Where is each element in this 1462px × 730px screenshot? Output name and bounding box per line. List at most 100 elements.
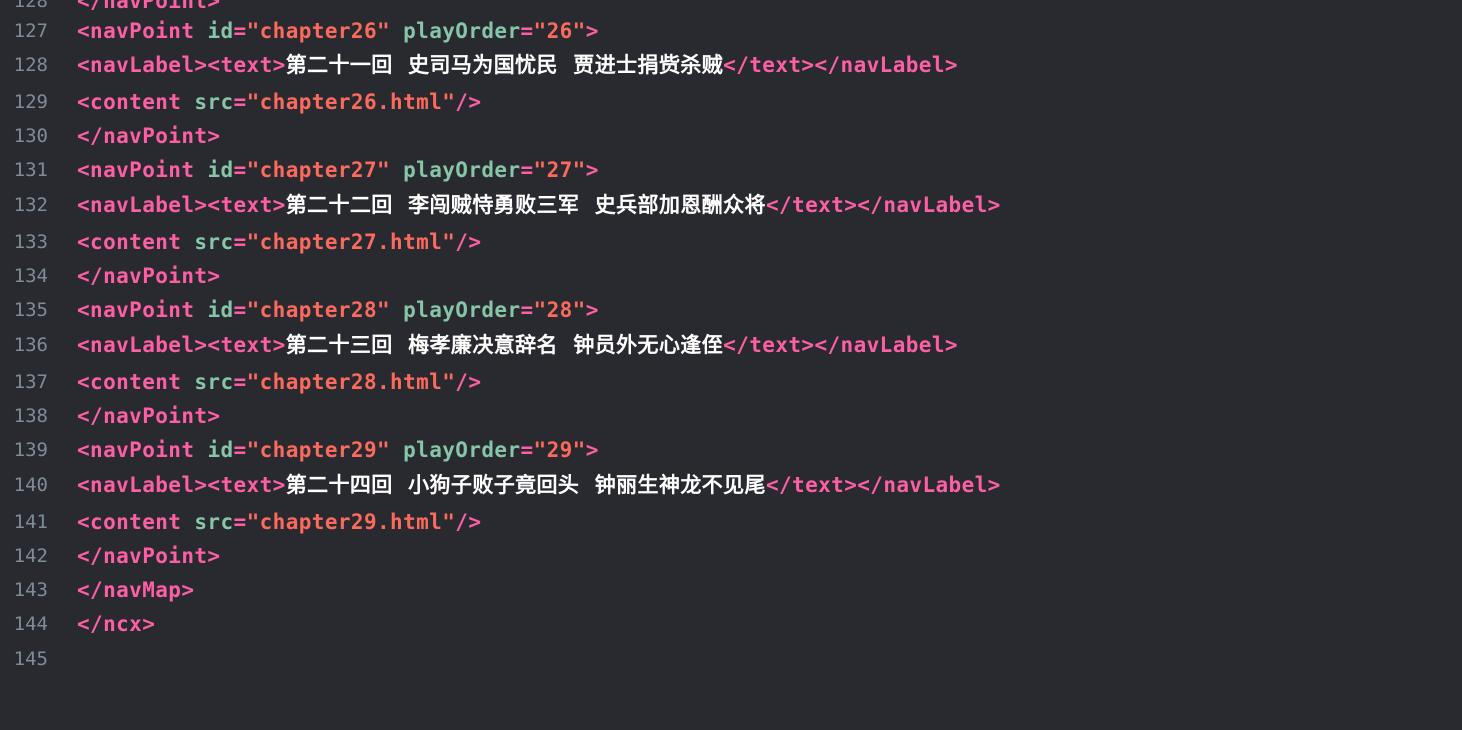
code-line[interactable]: 142 </navPoint>	[0, 539, 1462, 573]
code-line[interactable]: 135 <navPoint id="chapter28" playOrder="2…	[0, 293, 1462, 327]
code-text: <navPoint id="chapter26" playOrder="26">	[77, 14, 599, 48]
text-content-token: 第二十二回 李闯贼恃勇败三军 史兵部加恩酬众将	[285, 193, 766, 217]
text-content-token: 第二十四回 小狗子败子竟回头 钟丽生神龙不见尾	[285, 473, 766, 497]
code-line[interactable]: 141 <content src="chapter29.html"/>	[0, 505, 1462, 539]
tag-token: <navPoint	[77, 158, 208, 182]
code-text: <navLabel><text>第二十一回 史司马为国忧民 贾进士捐赀杀贼</t…	[77, 48, 958, 82]
tag-token: />	[455, 510, 482, 534]
line-number: 138	[13, 405, 48, 427]
tag-token: </navMap>	[77, 578, 195, 602]
code-line[interactable]: 139 <navPoint id="chapter29" playOrder="2…	[0, 433, 1462, 467]
tag-token: <navLabel><text>	[77, 333, 286, 357]
code-text: <navPoint id="chapter29" playOrder="29">	[77, 433, 599, 467]
tag-token: </navPoint>	[77, 404, 221, 428]
attribute-token: src	[194, 230, 234, 254]
code-line[interactable]: 128 <navLabel><text>第二十一回 史司马为国忧民 贾进士捐赀杀贼…	[0, 48, 1462, 82]
tag-token: <navPoint	[77, 438, 208, 462]
line-number: 133	[13, 231, 48, 253]
code-text: <content src="chapter27.html"/>	[77, 225, 481, 259]
tag-token: />	[455, 90, 482, 114]
code-line[interactable]: 136 <navLabel><text>第二十三回 梅孝廉决意辞名 钟员外无心逢侄…	[0, 328, 1462, 362]
tag-token: =	[233, 438, 247, 462]
code-line[interactable]: 143 </navMap>	[0, 573, 1462, 607]
tag-token: >	[585, 158, 599, 182]
tag-token: </navPoint>	[77, 264, 221, 288]
string-token: "chapter29.html"	[246, 510, 456, 534]
line-number: 131	[13, 159, 48, 181]
tag-token: </text></navLabel>	[723, 53, 958, 77]
string-token: "chapter27.html"	[246, 230, 456, 254]
tag-token: </navPoint>	[77, 544, 221, 568]
string-token: "chapter26.html"	[246, 90, 456, 114]
code-line[interactable]: 140 <navLabel><text>第二十四回 小狗子败子竟回头 钟丽生神龙不…	[0, 468, 1462, 502]
code-line[interactable]: 137 <content src="chapter28.html"/>	[0, 365, 1462, 399]
tag-token: </ncx>	[77, 612, 156, 636]
tag-token: />	[455, 230, 482, 254]
attribute-token: playOrder	[403, 19, 521, 43]
tag-token: =	[520, 158, 534, 182]
attribute-token: src	[194, 90, 234, 114]
line-number: 136	[13, 334, 48, 356]
code-line[interactable]: 129 <content src="chapter26.html"/>	[0, 85, 1462, 119]
tag-token: </text></navLabel>	[723, 333, 958, 357]
code-text: </navMap>	[77, 573, 194, 607]
attribute-token: playOrder	[403, 298, 521, 322]
code-line[interactable]: 145	[0, 642, 1462, 676]
code-text: <navLabel><text>第二十二回 李闯贼恃勇败三军 史兵部加恩酬众将<…	[77, 188, 1001, 222]
attribute-token: src	[194, 510, 234, 534]
text-content-token: 第二十三回 梅孝廉决意辞名 钟员外无心逢侄	[285, 333, 724, 357]
line-number: 127	[13, 20, 48, 42]
line-number: 129	[13, 91, 48, 113]
line-number: 140	[13, 474, 48, 496]
code-line[interactable]: 134 </navPoint>	[0, 259, 1462, 293]
code-text: </navPoint>	[77, 539, 220, 573]
code-line[interactable]: 131 <navPoint id="chapter27" playOrder="2…	[0, 153, 1462, 187]
code-text: </navPoint>	[77, 119, 220, 153]
string-token: "chapter28"	[246, 298, 391, 322]
line-number: 145	[13, 648, 48, 670]
code-line[interactable]: 144 </ncx>	[0, 607, 1462, 641]
tag-token: <content	[77, 230, 195, 254]
tag-token	[390, 158, 403, 182]
code-text: </navPoint>	[77, 259, 220, 293]
attribute-token: id	[207, 298, 234, 322]
code-text: </ncx>	[77, 607, 155, 641]
code-text: <content src="chapter26.html"/>	[77, 85, 481, 119]
tag-token	[390, 19, 403, 43]
tag-token: </text></navLabel>	[765, 193, 1001, 217]
line-number: 132	[13, 194, 48, 216]
tag-token: <content	[77, 510, 195, 534]
tag-token	[390, 298, 403, 322]
code-line[interactable]: 138 </navPoint>	[0, 399, 1462, 433]
string-token: "26"	[533, 19, 586, 43]
tag-token: =	[233, 510, 247, 534]
code-text: <content src="chapter29.html"/>	[77, 505, 481, 539]
string-token: "28"	[533, 298, 586, 322]
tag-token: >	[585, 19, 599, 43]
line-number: 141	[13, 511, 48, 533]
tag-token: =	[233, 370, 247, 394]
line-number: 130	[13, 125, 48, 147]
line-number: 137	[13, 371, 48, 393]
code-editor[interactable]: 128 </navPoint> 127 <navPoint id="chapter26…	[0, 0, 1462, 730]
tag-token: >	[585, 438, 599, 462]
tag-token: </text></navLabel>	[765, 473, 1001, 497]
attribute-token: playOrder	[403, 438, 521, 462]
tag-token: </navPoint>	[77, 124, 221, 148]
code-line[interactable]: 133 <content src="chapter27.html"/>	[0, 225, 1462, 259]
code-text: <navLabel><text>第二十三回 梅孝廉决意辞名 钟员外无心逢侄</t…	[77, 328, 958, 362]
tag-token: <content	[77, 90, 195, 114]
string-token: "chapter29"	[246, 438, 391, 462]
line-number: 134	[13, 265, 48, 287]
tag-token: =	[520, 19, 534, 43]
string-token: "chapter26"	[246, 19, 391, 43]
string-token: "27"	[533, 158, 586, 182]
line-number: 135	[13, 299, 48, 321]
code-line[interactable]: 130 </navPoint>	[0, 119, 1462, 153]
line-number: 143	[13, 579, 48, 601]
tag-token: =	[233, 19, 247, 43]
attribute-token: src	[194, 370, 234, 394]
tag-token: >	[585, 298, 599, 322]
code-line[interactable]: 132 <navLabel><text>第二十二回 李闯贼恃勇败三军 史兵部加恩酬…	[0, 188, 1462, 222]
code-line[interactable]: 127 <navPoint id="chapter26" playOrder="2…	[0, 14, 1462, 48]
